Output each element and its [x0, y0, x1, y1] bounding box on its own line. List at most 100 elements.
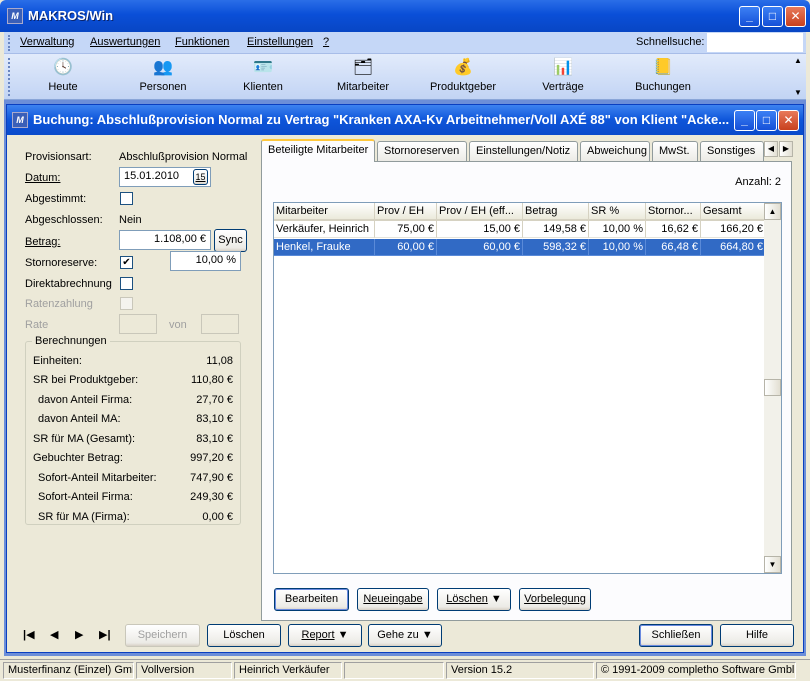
table-row[interactable]: Verkäufer, Heinrich 75,00 € 15,00 € 149,… — [274, 221, 766, 239]
stornoreserve-checkbox[interactable]: ✔ — [120, 256, 133, 269]
toolbar-mitarbeiter[interactable]: 🗂 Mitarbeiter — [323, 56, 403, 98]
column-header[interactable]: Mitarbeiter — [274, 203, 375, 221]
scroll-up-icon[interactable]: ▲ — [764, 203, 781, 220]
calendar-picker-button[interactable]: 15 — [193, 169, 208, 185]
toolbar-grip[interactable] — [8, 58, 11, 96]
toolbar-overflow-icon[interactable]: ▲ — [794, 56, 802, 65]
tab-panel: Anzahl: 2 Mitarbeiter Prov / EH Prov / E… — [261, 161, 792, 621]
id-card-icon: 🪪 — [253, 59, 273, 76]
provisionsart-label: Provisionsart: — [25, 151, 92, 163]
direktabrechnung-checkbox[interactable] — [120, 277, 133, 290]
column-header[interactable]: SR % — [589, 203, 646, 221]
tab-stornoreserven[interactable]: Stornoreserven — [377, 141, 467, 161]
toolbar-chevron-down-icon[interactable]: ▼ — [794, 88, 802, 97]
vorbelegung-button[interactable]: Vorbelegung — [519, 588, 591, 611]
close-button[interactable]: ✕ — [785, 6, 806, 27]
ledger-icon: 📒 — [653, 59, 673, 76]
people-icon: 👥 — [153, 59, 173, 76]
app-titlebar[interactable]: M MAKROS/Win _ □ ✕ — [0, 0, 810, 32]
tab-beteiligte-mitarbeiter[interactable]: Beteiligte Mitarbeiter — [261, 139, 375, 162]
booking-title: Buchung: Abschlußprovision Normal zu Ver… — [33, 112, 730, 127]
loeschen-button[interactable]: Löschen — [207, 624, 281, 647]
rate-input[interactable] — [119, 314, 157, 334]
column-header[interactable]: Prov / EH — [375, 203, 437, 221]
coins-icon: 💰 — [453, 59, 473, 76]
schliessen-button[interactable]: Schließen — [639, 624, 713, 647]
scroll-thumb[interactable] — [764, 379, 781, 396]
chevron-down-icon: ▼ — [421, 629, 433, 641]
status-bar: Musterfinanz (Einzel) Gmb Vollversion He… — [0, 659, 810, 681]
toolbar-heute[interactable]: 🕓 Heute — [23, 56, 103, 98]
grid-vertical-scrollbar[interactable]: ▲ ▼ — [764, 203, 781, 573]
column-header[interactable]: Prov / EH (eff... — [437, 203, 523, 221]
booking-titlebar[interactable]: M Buchung: Abschlußprovision Normal zu V… — [7, 105, 803, 135]
neueingabe-button[interactable]: Neueingabe — [357, 588, 429, 611]
quicksearch-input[interactable] — [707, 33, 803, 52]
calendar-clock-icon: 🕓 — [53, 59, 73, 76]
toolbar-vertraege[interactable]: 📊 Verträge — [523, 56, 603, 98]
tab-scroll-left-icon[interactable]: ◀ — [764, 141, 778, 157]
column-header[interactable]: Betrag — [523, 203, 589, 221]
menubar-grip[interactable] — [8, 35, 11, 51]
tab-sonstiges[interactable]: Sonstiges — [700, 141, 764, 161]
toolbar-personen[interactable]: 👥 Personen — [123, 56, 203, 98]
ratenzahlung-label: Ratenzahlung — [25, 298, 93, 310]
menu-einstellungen[interactable]: Einstellungen — [247, 36, 313, 48]
column-header[interactable]: Gesamt — [701, 203, 766, 221]
count-label: Anzahl: 2 — [735, 176, 781, 188]
hilfe-button[interactable]: Hilfe — [720, 624, 794, 647]
gehe-zu-dropdown-button[interactable]: Gehe zu ▼ — [368, 624, 442, 647]
report-dropdown-button[interactable]: Report ▼ — [288, 624, 362, 647]
betrag-input[interactable]: 1.108,00 € — [119, 230, 211, 250]
rate-von-input[interactable] — [201, 314, 239, 334]
abgestimmt-checkbox[interactable] — [120, 192, 133, 205]
employees-grid[interactable]: Mitarbeiter Prov / EH Prov / EH (eff... … — [273, 202, 782, 574]
menu-auswertungen[interactable]: Auswertungen — [90, 36, 160, 48]
betrag-label: Betrag: — [25, 236, 61, 248]
table-row-selected[interactable]: Henkel, Frauke 60,00 € 60,00 € 598,32 € … — [274, 239, 766, 257]
scroll-down-icon[interactable]: ▼ — [764, 556, 781, 573]
prev-record-icon[interactable]: ◀ — [50, 628, 58, 641]
child-minimize-button[interactable]: _ — [734, 110, 755, 131]
sync-button[interactable]: Sync — [214, 229, 247, 252]
app-icon: M — [7, 8, 23, 24]
speichern-button[interactable]: Speichern — [125, 624, 200, 647]
window-icon: M — [12, 112, 28, 128]
next-record-icon[interactable]: ▶ — [75, 628, 83, 641]
child-maximize-button[interactable]: □ — [756, 110, 777, 131]
tab-mwst[interactable]: MwSt. — [652, 141, 698, 161]
stornoreserve-input[interactable]: 10,00 % — [170, 251, 241, 271]
chevron-down-icon: ▼ — [490, 593, 502, 605]
last-record-icon[interactable]: ▶| — [99, 628, 111, 641]
menu-help[interactable]: ? — [323, 36, 329, 48]
tab-scroll-right-icon[interactable]: ▶ — [779, 141, 793, 157]
maximize-button[interactable]: □ — [762, 6, 783, 27]
abgestimmt-label: Abgestimmt: — [25, 193, 87, 205]
column-header[interactable]: Stornor... — [646, 203, 701, 221]
stornoreserve-label: Stornoreserve: — [25, 257, 98, 269]
menu-verwaltung[interactable]: Verwaltung — [20, 36, 74, 48]
booking-window: M Buchung: Abschlußprovision Normal zu V… — [6, 104, 804, 653]
direktabrechnung-label: Direktabrechnung — [25, 278, 112, 290]
quicksearch-label: Schnellsuche: — [636, 36, 705, 48]
status-license: Vollversion — [136, 662, 232, 679]
loeschen-dropdown-button[interactable]: Löschen ▼ — [437, 588, 511, 611]
child-close-button[interactable]: ✕ — [778, 110, 799, 131]
rate-label: Rate — [25, 319, 49, 331]
tab-einstellungen-notiz[interactable]: Einstellungen/Notiz — [469, 141, 578, 161]
toolbar-produktgeber[interactable]: 💰 Produktgeber — [423, 56, 503, 98]
toolbar-buchungen[interactable]: 📒 Buchungen — [623, 56, 703, 98]
berechnungen-title: Berechnungen — [32, 335, 110, 347]
toolbar-klienten[interactable]: 🪪 Klienten — [223, 56, 303, 98]
datum-label: Datum: — [25, 172, 61, 184]
bearbeiten-button[interactable]: Bearbeiten — [274, 588, 349, 611]
chart-icon: 📊 — [553, 59, 573, 76]
menu-funktionen[interactable]: Funktionen — [175, 36, 229, 48]
minimize-button[interactable]: _ — [739, 6, 760, 27]
tab-abweichung[interactable]: Abweichung — [580, 141, 650, 161]
abgeschlossen-label: Abgeschlossen: — [25, 214, 103, 226]
ratenzahlung-checkbox[interactable] — [120, 297, 133, 310]
first-record-icon[interactable]: |◀ — [23, 628, 35, 641]
status-company: Musterfinanz (Einzel) Gmb — [3, 662, 134, 679]
org-tree-icon: 🗂 — [352, 59, 374, 76]
